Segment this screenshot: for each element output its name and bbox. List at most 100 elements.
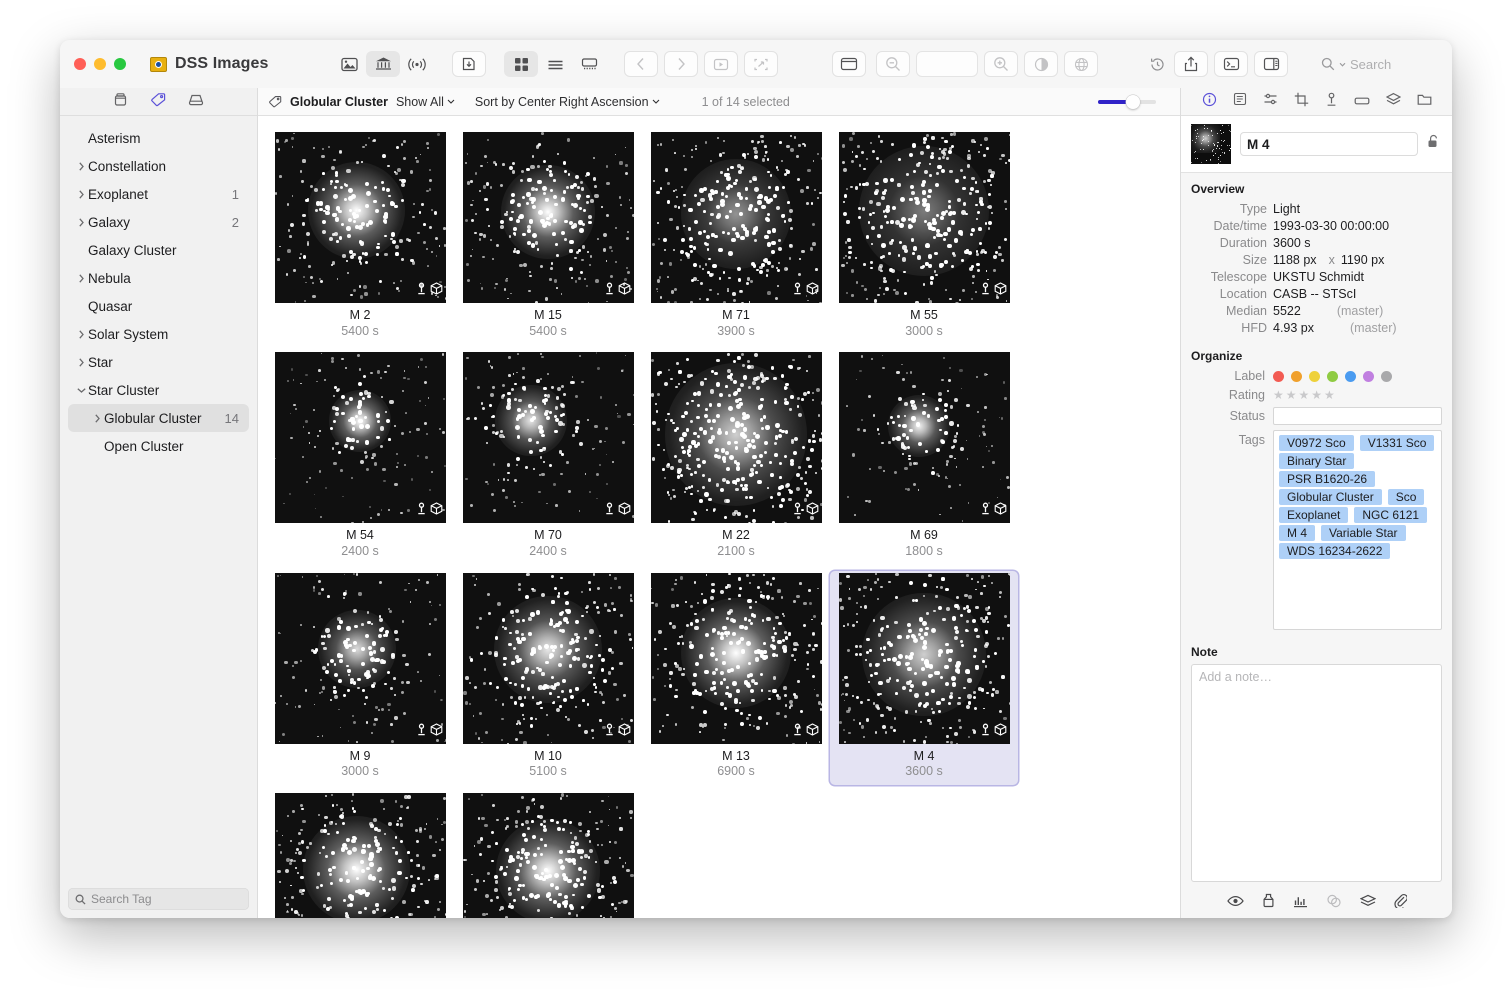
thumbnail-cell[interactable]: M 43600 s (830, 571, 1018, 785)
inspector-tab-folder[interactable] (1417, 93, 1432, 111)
tag-chip[interactable]: Binary Star (1279, 453, 1354, 469)
thumbnail-image[interactable] (651, 132, 822, 303)
cube-icon[interactable] (618, 502, 631, 520)
sidebar-item-exoplanet[interactable]: Exoplanet1 (68, 180, 249, 208)
sidebar-item-solar-system[interactable]: Solar System (68, 320, 249, 348)
sidebar-item-open-cluster[interactable]: Open Cluster (68, 432, 249, 460)
cube-icon[interactable] (618, 282, 631, 300)
sidebar-item-nebula[interactable]: Nebula (68, 264, 249, 292)
thumbnail-image[interactable] (463, 573, 634, 744)
slideshow-button[interactable] (704, 51, 738, 77)
thumbnail-cell[interactable]: M 105100 s (454, 571, 642, 785)
inspector-tab-info[interactable] (1202, 92, 1217, 112)
import-button[interactable] (452, 51, 486, 77)
location-pin-icon[interactable] (792, 502, 803, 520)
note-input[interactable]: Add a note… (1191, 664, 1442, 882)
thumbnail-cell[interactable]: M 222100 s (642, 350, 830, 564)
location-pin-icon[interactable] (416, 502, 427, 520)
thumbnail-cell[interactable]: M 93000 s (266, 571, 454, 785)
cube-icon[interactable] (806, 723, 819, 741)
inspector-tab-stack[interactable] (1386, 92, 1401, 111)
share-button[interactable] (1174, 51, 1208, 77)
chevron-right-icon[interactable] (74, 358, 88, 367)
inspector-tab-metadata[interactable] (1233, 92, 1247, 111)
sidebar-item-constellation[interactable]: Constellation (68, 152, 249, 180)
thumbnail-image[interactable] (275, 573, 446, 744)
inspector-tab-adjust[interactable] (1263, 92, 1278, 111)
zoom-value-field[interactable] (916, 51, 978, 77)
chevron-right-icon[interactable] (74, 162, 88, 171)
thumbnail-cell[interactable]: M 542400 s (266, 350, 454, 564)
thumbnail-image[interactable] (463, 352, 634, 523)
thumbnail-image[interactable] (651, 573, 822, 744)
tag-chip[interactable]: V0972 Sco (1279, 435, 1354, 451)
chevron-right-icon[interactable] (74, 190, 88, 199)
cube-icon[interactable] (430, 282, 443, 300)
thumbnail-size-slider[interactable] (1098, 100, 1156, 104)
minimize-button[interactable] (94, 58, 106, 70)
thumbnail-cell[interactable]: M 155400 s (454, 130, 642, 344)
thumbnail-image[interactable] (275, 132, 446, 303)
cube-icon[interactable] (430, 723, 443, 741)
sidebar-item-star[interactable]: Star (68, 348, 249, 376)
tag-chip[interactable]: V1331 Sco (1360, 435, 1435, 451)
terminal-button[interactable] (1214, 51, 1248, 77)
location-pin-icon[interactable] (416, 282, 427, 300)
chevron-right-icon[interactable] (90, 414, 104, 423)
location-pin-icon[interactable] (792, 723, 803, 741)
rating-stars[interactable]: ★★★★★ (1273, 388, 1337, 402)
list-layout-button[interactable] (538, 51, 572, 77)
zoom-button[interactable] (114, 58, 126, 70)
thumbnail-cell[interactable]: M 136900 s (642, 571, 830, 785)
status-input[interactable] (1273, 407, 1442, 425)
tag-chip[interactable]: Exoplanet (1279, 507, 1348, 523)
history-button[interactable] (1140, 51, 1174, 77)
inspector-toggle-button[interactable] (1254, 51, 1288, 77)
eye-icon[interactable] (1227, 894, 1244, 912)
thumbnail-cell[interactable]: M 53900 s (266, 791, 454, 918)
tag-chip[interactable]: Globular Cluster (1279, 489, 1382, 505)
tag-chip[interactable]: NGC 6121 (1354, 507, 1427, 523)
location-pin-icon[interactable] (604, 282, 615, 300)
thumbnail-cell[interactable]: M 702400 s (454, 350, 642, 564)
location-pin-icon[interactable] (604, 723, 615, 741)
chevron-right-icon[interactable] (74, 274, 88, 283)
sidebar-tab-library[interactable] (113, 92, 128, 112)
cube-icon[interactable] (806, 502, 819, 520)
cube-icon[interactable] (994, 502, 1007, 520)
label-color-dot[interactable] (1273, 371, 1284, 382)
thumbnail-image[interactable] (275, 793, 446, 918)
thumbnail-image[interactable] (463, 132, 634, 303)
label-color-dot[interactable] (1345, 371, 1356, 382)
inspector-tab-banner[interactable] (1354, 93, 1370, 111)
cube-icon[interactable] (618, 723, 631, 741)
cube-icon[interactable] (994, 282, 1007, 300)
thumbnail-image[interactable] (839, 352, 1010, 523)
window-button[interactable] (832, 51, 866, 77)
location-pin-icon[interactable] (980, 723, 991, 741)
search-input[interactable]: Search (1314, 51, 1442, 77)
zoom-in-button[interactable] (984, 51, 1018, 77)
histogram-jar-icon[interactable] (1262, 893, 1275, 913)
location-pin-icon[interactable] (980, 502, 991, 520)
photos-view-button[interactable] (332, 51, 366, 77)
thumbnail-image[interactable] (839, 132, 1010, 303)
tag-chip[interactable]: PSR B1620-26 (1279, 471, 1375, 487)
globe-button[interactable] (1064, 51, 1098, 77)
inspector-tab-pin[interactable] (1325, 92, 1338, 112)
next-button[interactable] (664, 51, 698, 77)
label-color-dot[interactable] (1363, 371, 1374, 382)
chevron-right-icon[interactable] (74, 218, 88, 227)
bar-chart-icon[interactable] (1293, 894, 1308, 913)
zoom-out-button[interactable] (876, 51, 910, 77)
location-pin-icon[interactable] (980, 282, 991, 300)
label-color-swatches[interactable] (1273, 371, 1392, 382)
show-all-dropdown[interactable]: Show All (396, 95, 455, 109)
grid-layout-button[interactable] (504, 51, 538, 77)
label-color-dot[interactable] (1381, 371, 1392, 382)
cube-icon[interactable] (430, 502, 443, 520)
thumbnail-image[interactable] (839, 573, 1010, 744)
broadcast-view-button[interactable] (400, 51, 434, 77)
sidebar-item-galaxy-cluster[interactable]: Galaxy Cluster (68, 236, 249, 264)
sidebar-item-galaxy[interactable]: Galaxy2 (68, 208, 249, 236)
